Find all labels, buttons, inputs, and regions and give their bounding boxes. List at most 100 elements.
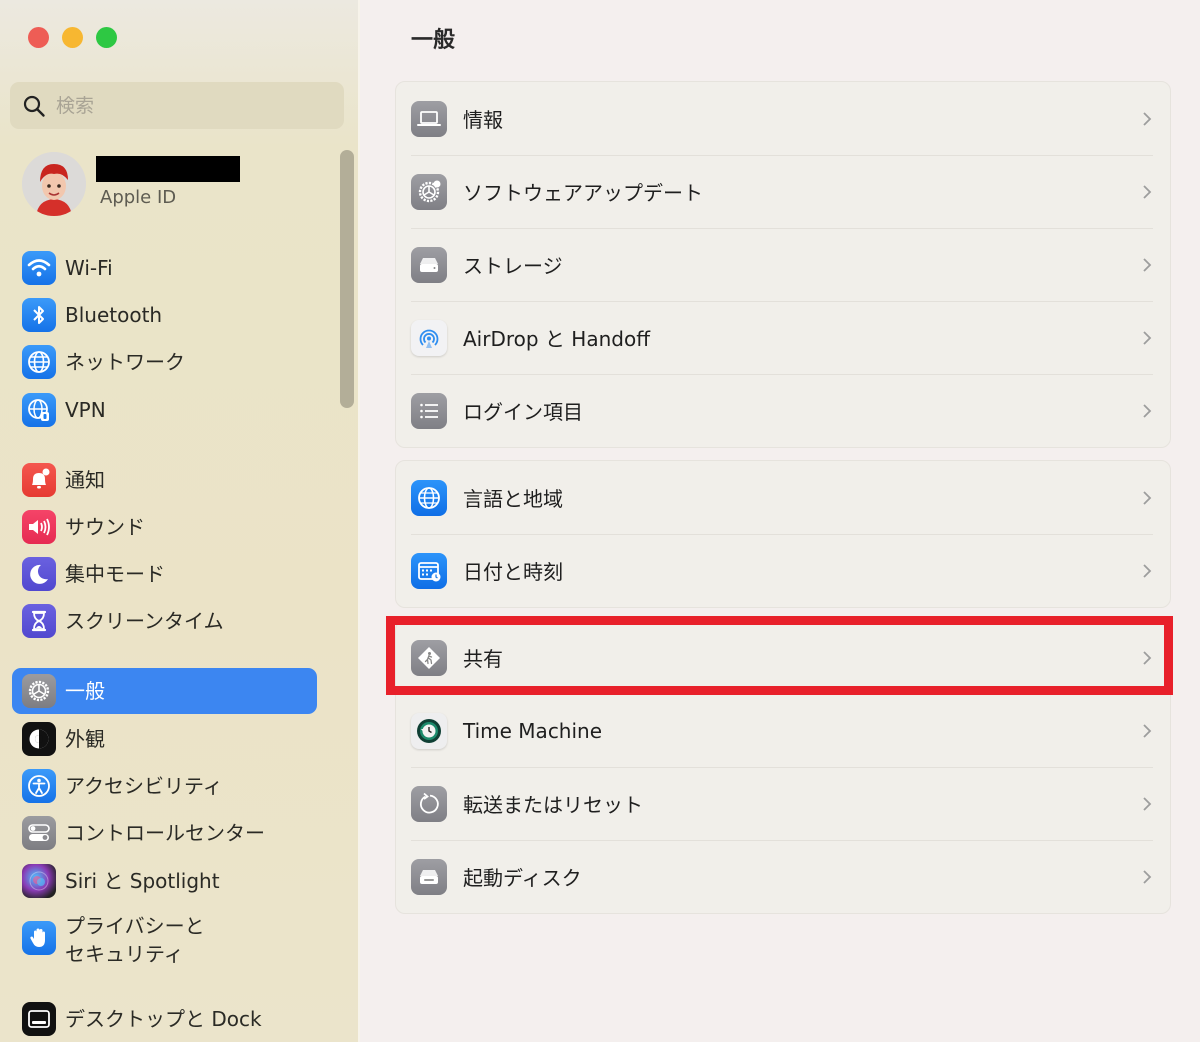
row-sharing[interactable]: 共有 [396, 621, 1170, 694]
row-label: 転送またはリセット [463, 793, 643, 817]
settings-group-sharing-backup: 共有 Time Machine 転送またはリセット 起動ディスク [395, 620, 1171, 914]
sidebar-scrollbar[interactable] [340, 150, 354, 408]
row-storage[interactable]: ストレージ [396, 228, 1170, 301]
sidebar-item-label: アクセシビリティ [65, 774, 223, 798]
row-label: Time Machine [463, 718, 603, 743]
row-label: 共有 [463, 647, 503, 671]
chevron-right-icon [1143, 723, 1152, 738]
sharing-icon [411, 639, 447, 676]
sidebar-item-appearance[interactable]: 外観 [12, 716, 317, 762]
chevron-right-icon [1143, 184, 1152, 199]
row-label: ログイン項目 [463, 400, 583, 424]
siri-icon [22, 864, 56, 898]
settings-group-system: 情報 ソフトウェアアップデート ストレージ AirDrop と Handoff … [395, 81, 1171, 448]
avatar [22, 152, 86, 216]
chevron-right-icon [1143, 796, 1152, 811]
row-startup-disk[interactable]: 起動ディスク [396, 840, 1170, 913]
sidebar-item-label: 外観 [65, 727, 105, 751]
row-transfer-reset[interactable]: 転送またはリセット [396, 767, 1170, 840]
sidebar-item-accessibility[interactable]: アクセシビリティ [12, 763, 317, 809]
maximize-button[interactable] [96, 27, 117, 48]
row-label: 起動ディスク [463, 866, 582, 890]
bluetooth-icon [22, 298, 56, 332]
redacted-user-name [96, 156, 240, 182]
sidebar-item-label: 集中モード [65, 562, 165, 586]
sidebar-item-notifications[interactable]: 通知 [12, 457, 317, 503]
row-language-region[interactable]: 言語と地域 [396, 461, 1170, 534]
sidebar-item-control-center[interactable]: コントロールセンター [12, 810, 317, 856]
hand-icon [22, 921, 56, 955]
sidebar-item-desktop-dock[interactable]: デスクトップと Dock [12, 996, 317, 1042]
chevron-right-icon [1143, 869, 1152, 884]
sidebar-item-sound[interactable]: サウンド [12, 504, 317, 550]
sidebar-item-label-line2: セキュリティ [65, 942, 184, 966]
row-label: 情報 [463, 108, 503, 132]
apple-id-label: Apple ID [100, 187, 177, 208]
sidebar-item-label: スクリーンタイム [65, 609, 224, 633]
memoji-avatar-icon [22, 152, 86, 216]
calendar-clock-icon [411, 552, 447, 589]
sidebar-item-label: サウンド [65, 515, 145, 539]
search-input[interactable] [56, 94, 316, 117]
sidebar-item-label-line1: プライバシーと [65, 914, 205, 938]
page-title: 一般 [411, 28, 456, 53]
minimize-button[interactable] [62, 27, 83, 48]
sidebar-item-network[interactable]: ネットワーク [12, 339, 317, 385]
sidebar-item-label: デスクトップと Dock [65, 1007, 262, 1031]
hourglass-icon [22, 604, 56, 638]
row-label: 言語と地域 [463, 487, 563, 511]
chevron-right-icon [1143, 403, 1152, 418]
row-date-time[interactable]: 日付と時刻 [396, 534, 1170, 607]
toggles-icon [22, 816, 56, 850]
close-button[interactable] [28, 27, 49, 48]
sidebar-item-label: Wi-Fi [65, 256, 113, 280]
apple-id-profile[interactable]: Apple ID [22, 152, 322, 218]
sidebar-item-wifi[interactable]: Wi-Fi [12, 245, 317, 291]
startup-disk-icon [411, 858, 447, 895]
row-time-machine[interactable]: Time Machine [396, 694, 1170, 767]
chevron-right-icon [1143, 330, 1152, 345]
chevron-right-icon [1143, 563, 1152, 578]
time-machine-icon [411, 712, 447, 749]
sidebar-item-label: VPN [65, 398, 106, 422]
airdrop-icon [411, 319, 447, 356]
chevron-right-icon [1143, 490, 1152, 505]
sidebar-item-screen-time[interactable]: スクリーンタイム [12, 598, 317, 644]
row-software-update[interactable]: ソフトウェアアップデート [396, 155, 1170, 228]
row-airdrop-handoff[interactable]: AirDrop と Handoff [396, 301, 1170, 374]
sidebar-item-general[interactable]: 一般 [12, 668, 317, 714]
chevron-right-icon [1143, 257, 1152, 272]
reset-icon [411, 785, 447, 822]
sidebar-item-bluetooth[interactable]: Bluetooth [12, 292, 317, 338]
row-about[interactable]: 情報 [396, 82, 1170, 155]
laptop-icon [411, 100, 447, 137]
gear-icon [22, 674, 56, 708]
software-update-gear-icon [411, 173, 447, 210]
sidebar-item-privacy-security[interactable]: プライバシーと セキュリティ [12, 906, 317, 970]
sidebar-item-label: 通知 [65, 468, 105, 492]
list-icon [411, 392, 447, 429]
sidebar-item-siri-spotlight[interactable]: Siri と Spotlight [12, 858, 317, 904]
sidebar: Apple ID Wi-Fi Bluetooth ネットワーク [0, 0, 360, 1042]
speaker-icon [22, 510, 56, 544]
storage-drive-icon [411, 246, 447, 283]
moon-icon [22, 557, 56, 591]
settings-group-locale: 言語と地域 日付と時刻 [395, 460, 1171, 608]
sidebar-item-vpn[interactable]: VPN [12, 387, 317, 433]
appearance-icon [22, 722, 56, 756]
sidebar-item-label: ネットワーク [65, 350, 185, 374]
globe-icon [411, 479, 447, 516]
sidebar-item-label: プライバシーと セキュリティ [65, 912, 205, 968]
sidebar-item-focus[interactable]: 集中モード [12, 551, 317, 597]
window-controls [28, 27, 117, 48]
chevron-right-icon [1143, 111, 1152, 126]
sidebar-item-label: Siri と Spotlight [65, 869, 220, 893]
row-label: ソフトウェアアップデート [463, 181, 703, 205]
search-field[interactable] [10, 82, 344, 129]
search-icon [23, 95, 45, 117]
row-login-items[interactable]: ログイン項目 [396, 374, 1170, 447]
bell-icon [22, 463, 56, 497]
sidebar-item-label: コントロールセンター [65, 821, 265, 845]
sidebar-item-label: Bluetooth [65, 303, 163, 327]
row-label: 日付と時刻 [463, 560, 563, 584]
